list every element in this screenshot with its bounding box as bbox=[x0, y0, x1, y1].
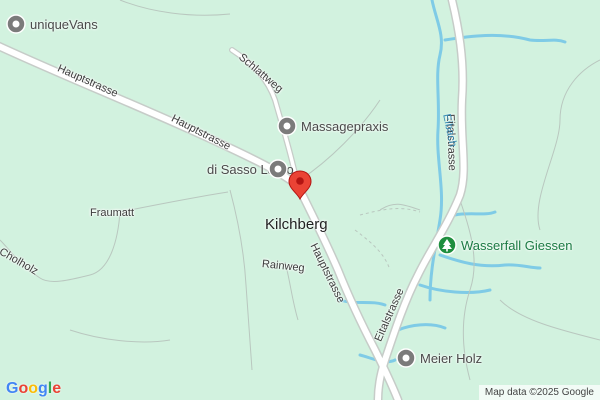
dashed-paths bbox=[354, 208, 421, 271]
poi-meier-holz[interactable]: Meier Holz bbox=[396, 348, 482, 368]
map-canvas[interactable]: Hauptstrasse Hauptstrasse Hauptstrasse E… bbox=[0, 0, 600, 400]
google-logo: Google bbox=[6, 380, 62, 397]
tree-icon bbox=[437, 235, 457, 255]
place-pin-icon bbox=[6, 14, 26, 34]
place-label-fraumatt: Fraumatt bbox=[90, 207, 135, 219]
poi-label: uniqueVans bbox=[30, 16, 98, 32]
map-base-layer bbox=[0, 0, 600, 400]
town-label-kilchberg: Kilchberg bbox=[265, 216, 328, 233]
place-pin-icon bbox=[277, 116, 297, 136]
poi-label: Meier Holz bbox=[420, 350, 483, 366]
poi-label: Massagepraxis bbox=[301, 118, 389, 134]
poi-uniquevans[interactable]: uniqueVans bbox=[6, 14, 98, 34]
poi-wasserfall-giessen[interactable]: Wasserfall Giessen bbox=[437, 235, 573, 255]
poi-di-sasso-largo[interactable]: di Sasso Largo bbox=[207, 159, 294, 179]
poi-label: Wasserfall Giessen bbox=[461, 237, 573, 253]
streams bbox=[338, 0, 567, 364]
map-attribution[interactable]: Map data ©2025 Google bbox=[478, 385, 600, 400]
place-pin-icon bbox=[396, 348, 416, 368]
roads bbox=[0, 0, 467, 400]
poi-massagepraxis[interactable]: Massagepraxis bbox=[277, 116, 388, 136]
place-pin-icon bbox=[267, 159, 288, 179]
location-marker-icon[interactable] bbox=[288, 170, 312, 200]
